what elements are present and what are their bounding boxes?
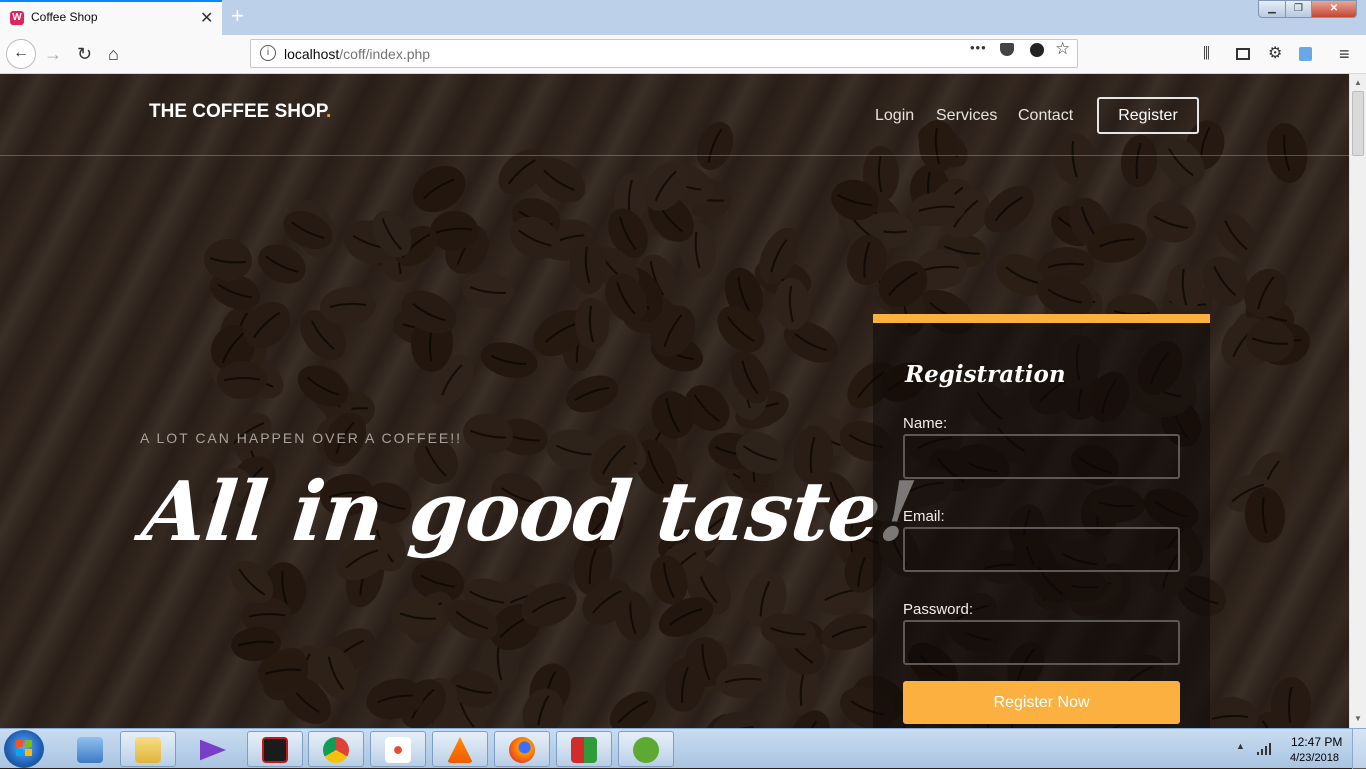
network-signal-icon[interactable]	[1257, 742, 1273, 755]
scroll-thumb[interactable]	[1352, 91, 1364, 156]
menu-icon[interactable]: ≡	[1339, 44, 1350, 64]
email-field[interactable]	[903, 527, 1180, 572]
name-field[interactable]	[903, 434, 1180, 479]
app-grid-icon	[385, 737, 411, 763]
utorrent-icon	[633, 737, 659, 763]
close-window-button[interactable]: ✕	[1311, 0, 1357, 18]
show-hidden-icons-arrow-icon[interactable]: ▲	[1236, 741, 1245, 751]
windows-taskbar: ▲ 12:47 PM 4/23/2018	[0, 728, 1366, 769]
url-text[interactable]: localhost/coff/index.php	[284, 46, 430, 62]
brand-dot: .	[326, 101, 332, 122]
password-label: Password:	[903, 601, 974, 618]
minimize-button[interactable]: ▁	[1258, 0, 1286, 18]
extension-icon[interactable]	[1030, 43, 1044, 57]
email-label: Email:	[903, 508, 945, 525]
firefox-taskbar-button[interactable]	[494, 731, 550, 767]
firefox-icon	[509, 737, 535, 763]
file-explorer-taskbar-button[interactable]	[120, 731, 176, 767]
clock-time[interactable]: 12:47 PM	[1291, 735, 1342, 749]
tab-bar: W Coffee Shop ✕ + ▁ ❐ ✕	[0, 0, 1366, 35]
header-divider	[0, 155, 1349, 156]
site-brand[interactable]: THE COFFEE SHOP.	[149, 101, 331, 123]
nav-register-button[interactable]: Register	[1097, 97, 1199, 134]
windows-logo-icon	[16, 740, 33, 757]
page-actions-icon[interactable]: •••	[970, 40, 987, 55]
chrome-icon	[323, 737, 349, 763]
hero-tagline: A LOT CAN HAPPEN OVER A COFFEE!!	[140, 430, 463, 446]
show-desktop-button[interactable]	[1352, 729, 1366, 769]
app-grid-taskbar-button[interactable]	[370, 731, 426, 767]
reload-icon[interactable]: ↻	[77, 44, 92, 64]
brand-text: THE COFFEE SHOP	[149, 101, 327, 122]
sidebar-icon[interactable]	[1236, 48, 1250, 60]
home-icon[interactable]: ⌂	[108, 44, 119, 64]
control-panel-taskbar-button[interactable]	[62, 731, 118, 767]
scroll-down-arrow-icon[interactable]: ▼	[1354, 714, 1362, 723]
url-path: /coff/index.php	[339, 46, 431, 62]
registration-title: Registration	[905, 361, 1066, 388]
library-icon[interactable]: ⫼	[1203, 44, 1210, 64]
forward-arrow-icon[interactable]: →	[44, 44, 62, 64]
maximize-button[interactable]: ❐	[1285, 0, 1312, 18]
new-tab-button[interactable]: +	[231, 3, 244, 29]
back-arrow-icon[interactable]: ←	[6, 39, 36, 69]
web-page: THE COFFEE SHOP. Login Services Contact …	[0, 74, 1349, 728]
browser-toolbar: ← → ↻ ⌂ i localhost/coff/index.php ••• ☆…	[0, 35, 1366, 74]
hero-headline: All in good taste!	[137, 464, 920, 560]
winrar-icon	[571, 737, 597, 763]
pdf-reader-taskbar-button[interactable]	[247, 731, 303, 767]
utorrent-taskbar-button[interactable]	[618, 731, 674, 767]
url-bar[interactable]: i localhost/coff/index.php	[250, 39, 1078, 68]
winrar-taskbar-button[interactable]	[556, 731, 612, 767]
visual-studio-taskbar-button[interactable]	[185, 731, 241, 767]
window-controls: ▁ ❐ ✕	[1258, 0, 1358, 19]
settings-icon[interactable]: ⚙	[1268, 44, 1282, 64]
info-icon[interactable]: i	[260, 45, 276, 61]
tab-title: Coffee Shop	[31, 10, 98, 24]
url-host: localhost	[284, 46, 340, 62]
password-field[interactable]	[903, 620, 1180, 665]
nav-services-link[interactable]: Services	[936, 107, 997, 125]
scroll-up-arrow-icon[interactable]: ▲	[1354, 78, 1362, 87]
registration-panel: Registration Name: Email: Password: Regi…	[873, 314, 1210, 728]
vlc-icon	[447, 737, 473, 763]
vlc-taskbar-button[interactable]	[432, 731, 488, 767]
page-scrollbar[interactable]: ▲ ▼	[1349, 74, 1366, 728]
clock-date[interactable]: 4/23/2018	[1290, 752, 1339, 764]
pdf-icon	[262, 737, 288, 763]
bookmark-star-icon[interactable]: ☆	[1055, 39, 1070, 59]
close-tab-icon[interactable]: ✕	[200, 8, 213, 28]
name-label: Name:	[903, 415, 948, 432]
chrome-taskbar-button[interactable]	[308, 731, 364, 767]
register-now-button[interactable]: Register Now	[903, 681, 1180, 724]
sync-icon[interactable]	[1299, 47, 1312, 61]
nav-login-link[interactable]: Login	[875, 107, 914, 125]
control-panel-icon	[77, 737, 103, 763]
folder-icon	[135, 737, 161, 763]
start-button[interactable]	[4, 730, 44, 768]
site-favicon-icon: W	[10, 11, 24, 25]
browser-tab[interactable]: W Coffee Shop ✕	[0, 0, 222, 35]
visual-studio-icon	[200, 739, 226, 761]
nav-contact-link[interactable]: Contact	[1018, 107, 1073, 125]
